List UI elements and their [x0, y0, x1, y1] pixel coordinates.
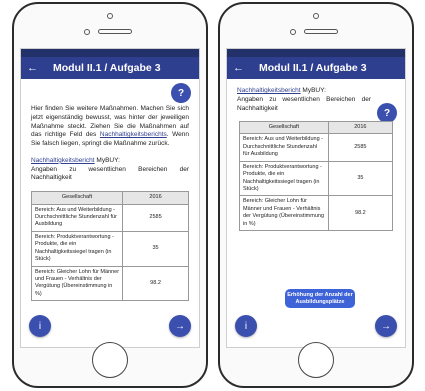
- row-value[interactable]: 2585: [327, 133, 394, 162]
- next-button[interactable]: →: [375, 315, 397, 337]
- home-button[interactable]: [298, 342, 334, 378]
- app-bar: ← Modul II.1 / Aufgabe 3: [21, 57, 199, 79]
- status-bar: [21, 49, 199, 57]
- table-row: Bereich: Aus und Weiterbildung - Durchsc…: [239, 133, 394, 162]
- table-header-row: Gesellschaft 2016: [30, 191, 189, 205]
- camera-icon: [107, 13, 113, 19]
- task-instructions: Hier finden Sie weitere Maßnahmen. Mache…: [31, 105, 189, 149]
- speaker-icon: [304, 29, 338, 34]
- sensor-icon: [290, 29, 296, 35]
- help-button[interactable]: ?: [171, 83, 191, 103]
- table-row: Bereich: Produktverantwortung - Produkte…: [30, 230, 189, 267]
- table-header: 2016: [122, 191, 189, 205]
- status-bar: [227, 49, 405, 57]
- report-description: Angaben zu wesentlichen Bereichen der Na…: [237, 95, 371, 112]
- report-company: MyBUY:: [94, 156, 120, 164]
- table-header: 2016: [327, 120, 394, 135]
- table-row: Bereich: Aus und Weiterbildung - Durchsc…: [30, 203, 189, 232]
- screen-right: ← Modul II.1 / Aufgabe 3 ? Nachhaltigkei…: [226, 48, 406, 348]
- row-label: Bereich: Aus und Weiterbildung - Durchsc…: [30, 203, 124, 232]
- report-link[interactable]: Nachhaltigkeitsbericht: [31, 157, 95, 164]
- sensor-icon: [84, 29, 90, 35]
- table-header: Gesellschaft: [30, 191, 124, 205]
- report-heading: Nachhaltigkeitsbericht MyBUY: Angaben zu…: [31, 157, 189, 183]
- row-value[interactable]: 35: [122, 230, 189, 267]
- report-link[interactable]: Nachhaltigkeitsbericht: [237, 87, 301, 94]
- report-description: Angaben zu wesentlichen Bereichen der Na…: [31, 165, 189, 182]
- phone-frame-left: ← Modul II.1 / Aufgabe 3 ? Hier finden S…: [12, 2, 208, 388]
- task-content: Hier finden Sie weitere Maßnahmen. Mache…: [21, 101, 199, 347]
- row-label: Bereich: Gleicher Lohn für Männer und Fr…: [30, 265, 124, 302]
- table-header: Gesellschaft: [239, 120, 329, 135]
- info-button[interactable]: i: [29, 315, 51, 337]
- back-arrow-icon[interactable]: ←: [27, 62, 43, 74]
- report-table: Gesellschaft 2016 Bereich: Aus und Weite…: [239, 120, 394, 232]
- row-label: Bereich: Gleicher Lohn für Männer und Fr…: [239, 195, 329, 232]
- next-button[interactable]: →: [169, 315, 191, 337]
- back-arrow-icon[interactable]: ←: [233, 62, 249, 74]
- report-link-inline[interactable]: Nachhaltigkeitsberichts: [100, 131, 167, 138]
- report-table: Gesellschaft 2016 Bereich: Aus und Weite…: [30, 191, 189, 302]
- row-value[interactable]: 98.2: [122, 265, 189, 302]
- screen-left: ← Modul II.1 / Aufgabe 3 ? Hier finden S…: [20, 48, 200, 348]
- report-heading: Nachhaltigkeitsbericht MyBUY: Angaben zu…: [237, 87, 371, 113]
- phone-frame-right: ← Modul II.1 / Aufgabe 3 ? Nachhaltigkei…: [218, 2, 414, 388]
- camera-icon: [313, 13, 319, 19]
- home-button[interactable]: [92, 342, 128, 378]
- table-header-row: Gesellschaft 2016: [239, 120, 394, 135]
- page-title: Modul II.1 / Aufgabe 3: [259, 62, 367, 74]
- page-title: Modul II.1 / Aufgabe 3: [53, 62, 161, 74]
- table-row: Bereich: Gleicher Lohn für Männer und Fr…: [239, 195, 394, 232]
- info-button[interactable]: i: [235, 315, 257, 337]
- row-label: Bereich: Produktverantwortung - Produkte…: [239, 160, 329, 197]
- row-value[interactable]: 2585: [122, 203, 189, 232]
- row-label: Bereich: Aus und Weiterbildung - Durchsc…: [239, 133, 329, 162]
- table-row: Bereich: Produktverantwortung - Produkte…: [239, 160, 394, 197]
- draggable-measure-button[interactable]: Erhöhung der Anzahl der Ausbildungsplätz…: [285, 289, 355, 309]
- row-value[interactable]: 35: [327, 160, 394, 197]
- row-value[interactable]: 98.2: [327, 195, 394, 232]
- app-bar: ← Modul II.1 / Aufgabe 3: [227, 57, 405, 79]
- table-container: Gesellschaft 2016 Bereich: Aus und Weite…: [227, 117, 405, 347]
- row-label: Bereich: Produktverantwortung - Produkte…: [30, 230, 124, 267]
- table-row: Bereich: Gleicher Lohn für Männer und Fr…: [30, 265, 189, 302]
- speaker-icon: [98, 29, 132, 34]
- report-company: MyBUY:: [300, 87, 326, 94]
